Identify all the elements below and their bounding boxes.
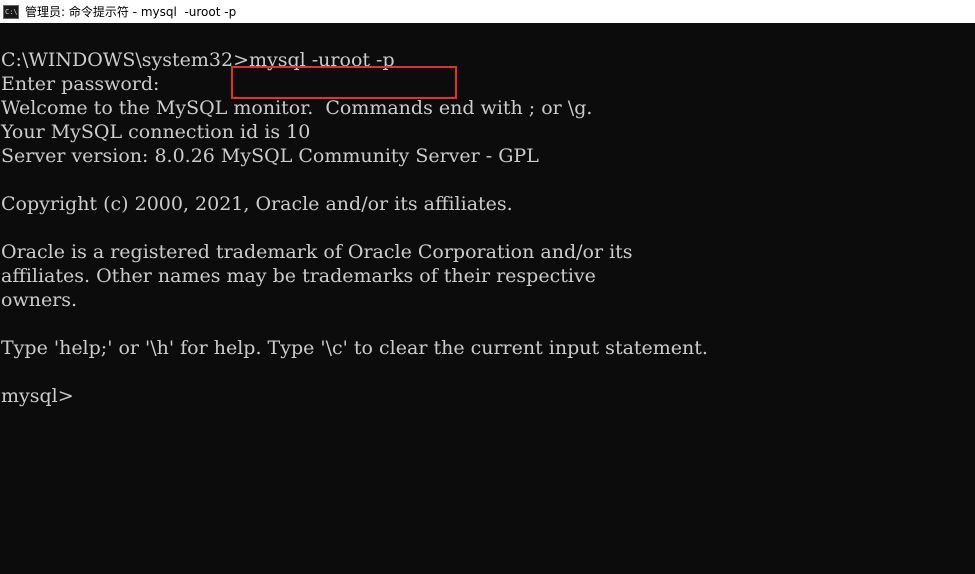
console-lines: C:\WINDOWS\system32>mysql -uroot -p Ente… — [1, 48, 708, 408]
console-line-welcome: Welcome to the MySQL monitor. Commands e… — [1, 97, 593, 119]
console-line-trademark-3: owners. — [1, 289, 78, 311]
console-line-trademark-1: Oracle is a registered trademark of Orac… — [1, 241, 633, 263]
console-line-connection-id: Your MySQL connection id is 10 — [1, 121, 311, 143]
cmd-icon: C:\ — [3, 4, 19, 19]
console-line-blank — [1, 360, 708, 384]
console-line-copyright: Copyright (c) 2000, 2021, Oracle and/or … — [1, 193, 513, 215]
console-line-command: C:\WINDOWS\system32>mysql -uroot -p — [1, 49, 395, 71]
window-title: 管理员: 命令提示符 - mysql -uroot -p — [25, 5, 237, 19]
console-line-blank — [1, 168, 708, 192]
console-line-server-version: Server version: 8.0.26 MySQL Community S… — [1, 145, 539, 167]
console-line-help: Type 'help;' or '\h' for help. Type '\c'… — [1, 337, 708, 359]
console-line-trademark-2: affiliates. Other names may be trademark… — [1, 265, 596, 287]
console-line-password-prompt: Enter password: — [1, 73, 160, 95]
console-line-blank — [1, 216, 708, 240]
console-line-blank — [1, 312, 708, 336]
title-bar[interactable]: C:\ 管理员: 命令提示符 - mysql -uroot -p — [0, 0, 975, 23]
mysql-prompt[interactable]: mysql> — [1, 384, 708, 408]
command-prompt-window: C:\ 管理员: 命令提示符 - mysql -uroot -p C:\WIND… — [0, 0, 975, 574]
console-output[interactable]: C:\WINDOWS\system32>mysql -uroot -p Ente… — [0, 23, 975, 574]
